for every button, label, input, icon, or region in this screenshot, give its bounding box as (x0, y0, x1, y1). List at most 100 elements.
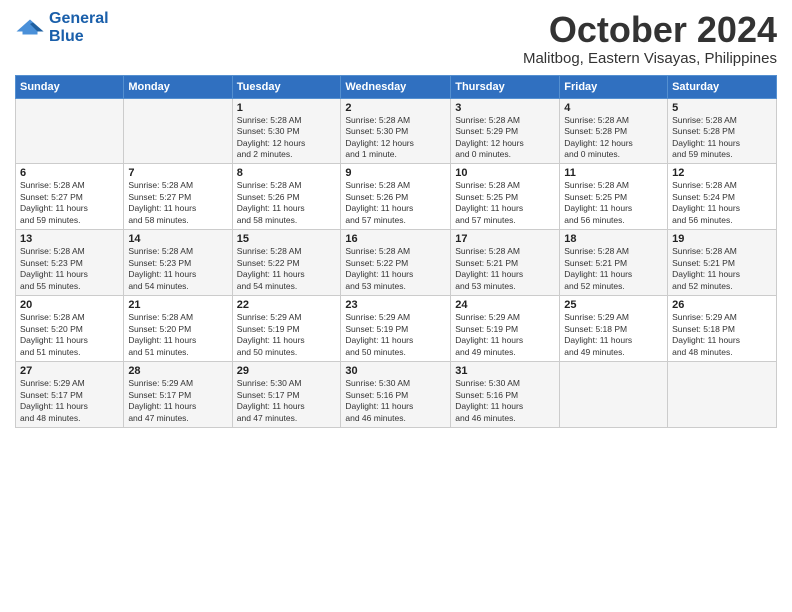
calendar-cell: 10Sunrise: 5:28 AM Sunset: 5:25 PM Dayli… (451, 164, 560, 230)
day-number: 7 (128, 167, 227, 179)
day-info: Sunrise: 5:28 AM Sunset: 5:22 PM Dayligh… (237, 246, 337, 292)
calendar-cell: 12Sunrise: 5:28 AM Sunset: 5:24 PM Dayli… (668, 164, 777, 230)
calendar-cell: 6Sunrise: 5:28 AM Sunset: 5:27 PM Daylig… (16, 164, 124, 230)
calendar-cell: 17Sunrise: 5:28 AM Sunset: 5:21 PM Dayli… (451, 230, 560, 296)
weekday-header: Tuesday (232, 75, 341, 98)
day-number: 26 (672, 299, 772, 311)
day-info: Sunrise: 5:29 AM Sunset: 5:19 PM Dayligh… (455, 312, 555, 358)
calendar-cell (668, 362, 777, 428)
day-info: Sunrise: 5:28 AM Sunset: 5:30 PM Dayligh… (345, 115, 446, 161)
logo-general: General (49, 10, 109, 27)
logo-text: General Blue (49, 10, 109, 45)
day-info: Sunrise: 5:30 AM Sunset: 5:16 PM Dayligh… (455, 378, 555, 424)
calendar-cell (560, 362, 668, 428)
day-info: Sunrise: 5:30 AM Sunset: 5:16 PM Dayligh… (345, 378, 446, 424)
calendar-cell: 4Sunrise: 5:28 AM Sunset: 5:28 PM Daylig… (560, 98, 668, 164)
day-number: 18 (564, 233, 663, 245)
day-number: 8 (237, 167, 337, 179)
day-number: 17 (455, 233, 555, 245)
logo-blue: Blue (49, 28, 84, 45)
day-info: Sunrise: 5:28 AM Sunset: 5:25 PM Dayligh… (455, 180, 555, 226)
day-number: 12 (672, 167, 772, 179)
day-info: Sunrise: 5:28 AM Sunset: 5:29 PM Dayligh… (455, 115, 555, 161)
day-info: Sunrise: 5:28 AM Sunset: 5:21 PM Dayligh… (672, 246, 772, 292)
location-subtitle: Malitbog, Eastern Visayas, Philippines (523, 50, 777, 67)
calendar-cell: 3Sunrise: 5:28 AM Sunset: 5:29 PM Daylig… (451, 98, 560, 164)
weekday-header: Monday (124, 75, 232, 98)
page: General Blue October 2024 Malitbog, East… (0, 0, 792, 612)
calendar-cell: 24Sunrise: 5:29 AM Sunset: 5:19 PM Dayli… (451, 296, 560, 362)
calendar-cell: 5Sunrise: 5:28 AM Sunset: 5:28 PM Daylig… (668, 98, 777, 164)
month-title: October 2024 (523, 10, 777, 50)
calendar-cell: 23Sunrise: 5:29 AM Sunset: 5:19 PM Dayli… (341, 296, 451, 362)
calendar-cell: 20Sunrise: 5:28 AM Sunset: 5:20 PM Dayli… (16, 296, 124, 362)
calendar-cell: 16Sunrise: 5:28 AM Sunset: 5:22 PM Dayli… (341, 230, 451, 296)
day-info: Sunrise: 5:29 AM Sunset: 5:18 PM Dayligh… (564, 312, 663, 358)
day-number: 16 (345, 233, 446, 245)
calendar-cell: 9Sunrise: 5:28 AM Sunset: 5:26 PM Daylig… (341, 164, 451, 230)
day-info: Sunrise: 5:28 AM Sunset: 5:30 PM Dayligh… (237, 115, 337, 161)
day-info: Sunrise: 5:28 AM Sunset: 5:25 PM Dayligh… (564, 180, 663, 226)
day-number: 21 (128, 299, 227, 311)
day-number: 5 (672, 102, 772, 114)
calendar-week-row: 1Sunrise: 5:28 AM Sunset: 5:30 PM Daylig… (16, 98, 777, 164)
day-number: 31 (455, 365, 555, 377)
weekday-header: Wednesday (341, 75, 451, 98)
day-number: 14 (128, 233, 227, 245)
weekday-header: Thursday (451, 75, 560, 98)
calendar-table: SundayMondayTuesdayWednesdayThursdayFrid… (15, 75, 777, 428)
day-number: 24 (455, 299, 555, 311)
title-area: October 2024 Malitbog, Eastern Visayas, … (523, 10, 777, 67)
day-info: Sunrise: 5:28 AM Sunset: 5:28 PM Dayligh… (564, 115, 663, 161)
day-number: 13 (20, 233, 119, 245)
calendar-cell: 19Sunrise: 5:28 AM Sunset: 5:21 PM Dayli… (668, 230, 777, 296)
weekday-header: Saturday (668, 75, 777, 98)
day-info: Sunrise: 5:29 AM Sunset: 5:17 PM Dayligh… (20, 378, 119, 424)
day-number: 29 (237, 365, 337, 377)
calendar-cell: 1Sunrise: 5:28 AM Sunset: 5:30 PM Daylig… (232, 98, 341, 164)
calendar-cell: 25Sunrise: 5:29 AM Sunset: 5:18 PM Dayli… (560, 296, 668, 362)
day-info: Sunrise: 5:29 AM Sunset: 5:18 PM Dayligh… (672, 312, 772, 358)
header: General Blue October 2024 Malitbog, East… (15, 10, 777, 67)
day-number: 6 (20, 167, 119, 179)
day-info: Sunrise: 5:28 AM Sunset: 5:23 PM Dayligh… (20, 246, 119, 292)
day-info: Sunrise: 5:28 AM Sunset: 5:21 PM Dayligh… (455, 246, 555, 292)
calendar-cell: 2Sunrise: 5:28 AM Sunset: 5:30 PM Daylig… (341, 98, 451, 164)
calendar-cell: 27Sunrise: 5:29 AM Sunset: 5:17 PM Dayli… (16, 362, 124, 428)
day-number: 19 (672, 233, 772, 245)
day-number: 3 (455, 102, 555, 114)
day-number: 23 (345, 299, 446, 311)
day-info: Sunrise: 5:28 AM Sunset: 5:20 PM Dayligh… (128, 312, 227, 358)
day-info: Sunrise: 5:28 AM Sunset: 5:23 PM Dayligh… (128, 246, 227, 292)
calendar-cell: 29Sunrise: 5:30 AM Sunset: 5:17 PM Dayli… (232, 362, 341, 428)
logo-icon (15, 18, 45, 36)
day-number: 15 (237, 233, 337, 245)
day-number: 28 (128, 365, 227, 377)
calendar-cell: 22Sunrise: 5:29 AM Sunset: 5:19 PM Dayli… (232, 296, 341, 362)
calendar-cell: 31Sunrise: 5:30 AM Sunset: 5:16 PM Dayli… (451, 362, 560, 428)
calendar-cell: 18Sunrise: 5:28 AM Sunset: 5:21 PM Dayli… (560, 230, 668, 296)
calendar-week-row: 13Sunrise: 5:28 AM Sunset: 5:23 PM Dayli… (16, 230, 777, 296)
day-info: Sunrise: 5:28 AM Sunset: 5:27 PM Dayligh… (20, 180, 119, 226)
calendar-cell: 14Sunrise: 5:28 AM Sunset: 5:23 PM Dayli… (124, 230, 232, 296)
day-number: 1 (237, 102, 337, 114)
day-info: Sunrise: 5:28 AM Sunset: 5:21 PM Dayligh… (564, 246, 663, 292)
day-info: Sunrise: 5:29 AM Sunset: 5:19 PM Dayligh… (237, 312, 337, 358)
day-info: Sunrise: 5:28 AM Sunset: 5:22 PM Dayligh… (345, 246, 446, 292)
day-number: 2 (345, 102, 446, 114)
calendar-cell: 7Sunrise: 5:28 AM Sunset: 5:27 PM Daylig… (124, 164, 232, 230)
weekday-header: Friday (560, 75, 668, 98)
logo: General Blue (15, 10, 109, 45)
calendar-cell: 11Sunrise: 5:28 AM Sunset: 5:25 PM Dayli… (560, 164, 668, 230)
calendar-week-row: 6Sunrise: 5:28 AM Sunset: 5:27 PM Daylig… (16, 164, 777, 230)
day-info: Sunrise: 5:28 AM Sunset: 5:28 PM Dayligh… (672, 115, 772, 161)
calendar-cell (16, 98, 124, 164)
day-info: Sunrise: 5:29 AM Sunset: 5:19 PM Dayligh… (345, 312, 446, 358)
weekday-header: Sunday (16, 75, 124, 98)
day-info: Sunrise: 5:28 AM Sunset: 5:26 PM Dayligh… (345, 180, 446, 226)
day-info: Sunrise: 5:28 AM Sunset: 5:26 PM Dayligh… (237, 180, 337, 226)
day-info: Sunrise: 5:28 AM Sunset: 5:24 PM Dayligh… (672, 180, 772, 226)
calendar-week-row: 20Sunrise: 5:28 AM Sunset: 5:20 PM Dayli… (16, 296, 777, 362)
day-number: 22 (237, 299, 337, 311)
day-info: Sunrise: 5:30 AM Sunset: 5:17 PM Dayligh… (237, 378, 337, 424)
